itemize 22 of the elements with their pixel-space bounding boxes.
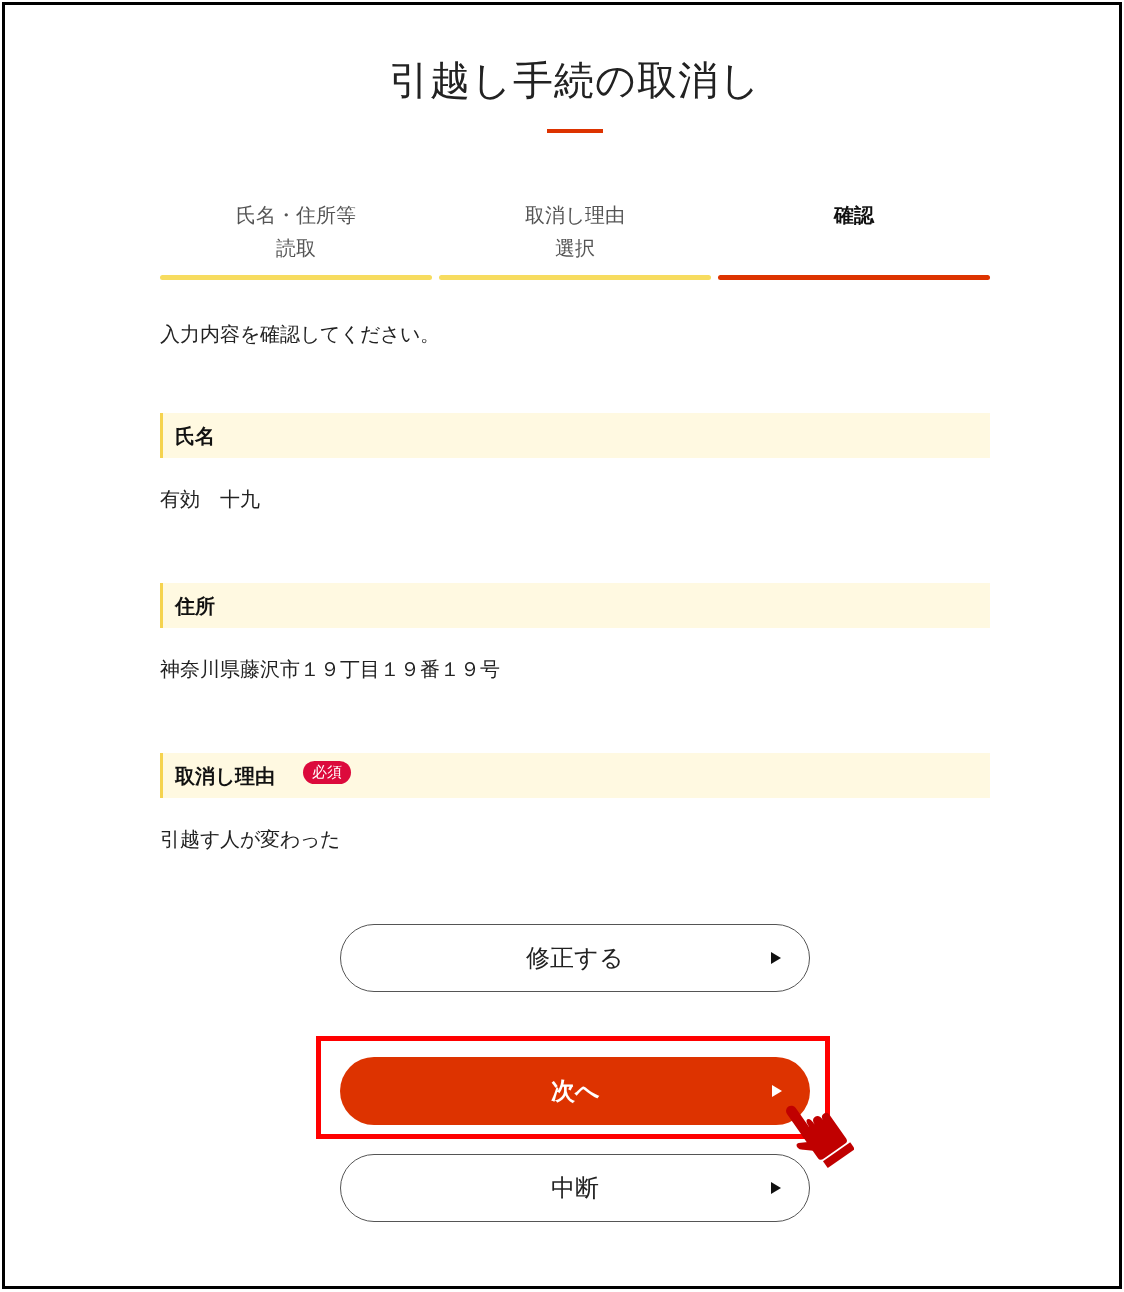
triangle-right-icon: [772, 1085, 782, 1097]
step-label: 読取: [276, 235, 316, 262]
field-value: 有効 十九: [160, 486, 260, 513]
field-value: 神奈川県藤沢市１９丁目１９番１９号: [160, 656, 500, 683]
section-label: 取消し理由: [175, 762, 275, 790]
title-underline: [547, 129, 603, 133]
edit-button[interactable]: 修正する: [340, 924, 810, 992]
triangle-right-icon: [771, 952, 781, 964]
triangle-right-icon: [771, 1182, 781, 1194]
next-button[interactable]: 次へ: [340, 1057, 810, 1125]
hand-pointer-icon: [784, 1103, 854, 1169]
instruction-text: 入力内容を確認してください。: [160, 321, 440, 348]
section-label: 住所: [175, 592, 215, 620]
step-label: 取消し理由: [525, 202, 625, 229]
field-value: 引越す人が変わった: [160, 826, 340, 853]
suspend-button[interactable]: 中断: [340, 1154, 810, 1222]
step-label: 氏名・住所等: [236, 202, 356, 229]
required-badge: 必須: [303, 761, 351, 784]
step-label: 確認: [834, 202, 874, 229]
step-label: 選択: [555, 235, 595, 262]
page-title: 引越し手続の取消し: [389, 56, 761, 104]
section-label: 氏名: [175, 422, 215, 450]
